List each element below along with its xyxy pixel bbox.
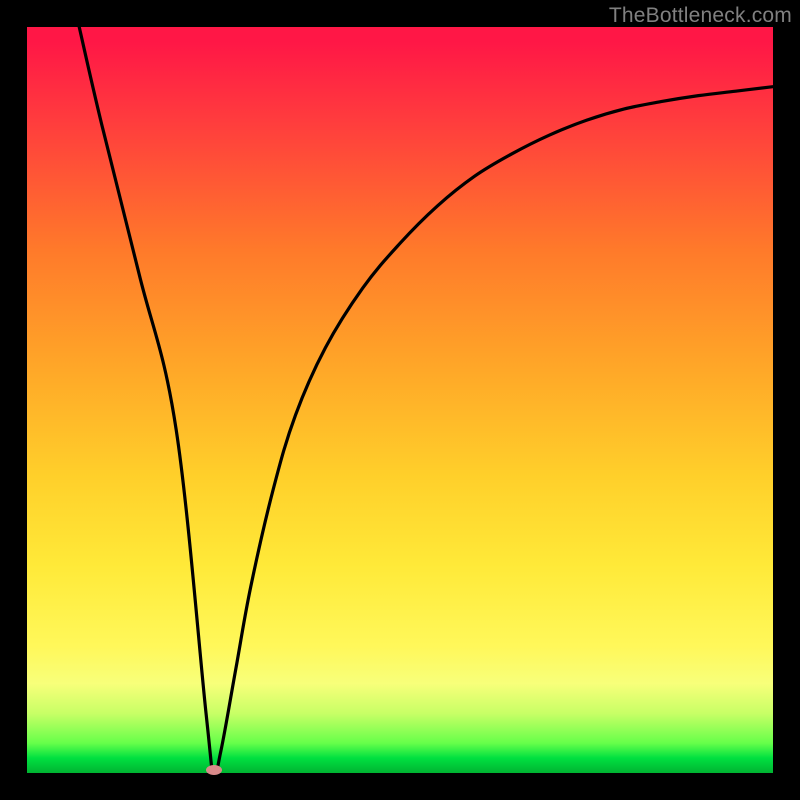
chart-frame — [27, 27, 773, 773]
bottleneck-curve — [27, 27, 773, 773]
watermark-text: TheBottleneck.com — [609, 4, 792, 28]
minimum-marker — [206, 765, 222, 775]
